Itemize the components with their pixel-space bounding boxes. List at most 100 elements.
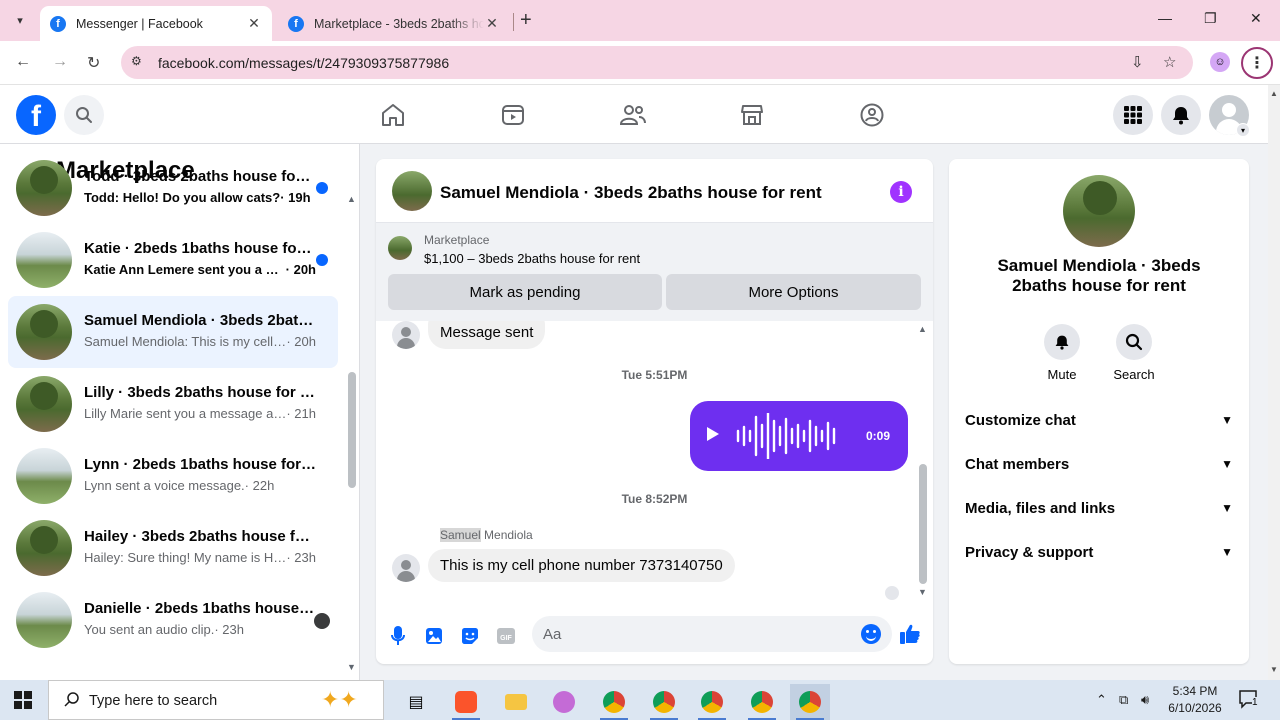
chat-avatar [16,160,72,216]
snipping-tool-icon[interactable] [544,684,584,720]
video-icon [502,105,524,125]
privacy-support-section[interactable]: Privacy & support ▼ [957,530,1241,574]
scroll-down-icon[interactable]: ▼ [1270,665,1278,674]
chat-item-lilly[interactable]: Lilly · 3beds 2baths house for rent Lill… [8,368,338,440]
fb-search-button[interactable] [64,95,104,135]
facebook-logo[interactable]: f [16,95,56,135]
message-bubble[interactable]: This is my cell phone number 7373140750 [428,549,735,582]
thumbs-up-icon[interactable] [899,623,921,645]
tab-messenger[interactable]: f Messenger | Facebook ✕ [40,6,272,41]
more-options-button[interactable]: More Options [666,274,921,310]
chrome-icon[interactable] [692,684,732,720]
close-tab-icon[interactable]: ✕ [484,15,500,32]
scroll-thumb[interactable] [919,464,927,584]
chat-item-todd[interactable]: Todd · 3beds 2baths house for rent Todd:… [8,152,338,224]
chat-avatar [16,376,72,432]
restore-icon[interactable]: ❐ [1204,10,1217,27]
extension-icon[interactable]: ☺ [1210,52,1230,72]
search-in-chat-button[interactable]: Search [1104,324,1164,382]
voice-message[interactable]: 0:09 [690,401,908,471]
site-settings-icon[interactable]: ⚙ [131,54,142,68]
chat-members-section[interactable]: Chat members ▼ [957,442,1241,486]
chrome-active-icon[interactable] [790,684,830,720]
thread-scrollbar[interactable]: ▲ ▼ [916,324,930,604]
bookmark-star-icon[interactable]: ☆ [1163,53,1176,71]
chat-item-samuel[interactable]: Samuel Mendiola · 3beds 2baths house for… [8,296,338,368]
system-clock[interactable]: 5:34 PM 6/10/2026 [1160,683,1230,717]
file-explorer-icon[interactable] [496,684,536,720]
close-window-icon[interactable]: ✕ [1250,10,1262,27]
tab-marketplace[interactable]: f Marketplace - 3beds 2baths hous ✕ [278,6,510,41]
groups-nav[interactable] [858,101,886,129]
photo-icon[interactable] [423,625,445,647]
mute-button[interactable]: Mute [1032,324,1092,382]
chevron-down-icon: ▼ [1221,413,1233,427]
listing-thumbnail[interactable] [388,236,412,260]
scroll-up-icon[interactable]: ▲ [918,324,927,334]
network-icon[interactable]: ⧉ [1119,692,1128,708]
search-icon [64,692,79,707]
volume-icon[interactable]: 🔊︎ [1141,692,1149,708]
contact-avatar[interactable] [1063,175,1135,247]
chevron-down-icon: ▼ [1221,545,1233,559]
message-input[interactable] [532,616,892,652]
brave-browser-icon[interactable] [446,684,486,720]
chrome-profile-u-icon[interactable] [594,684,634,720]
task-view-icon[interactable]: ▤ [396,684,436,720]
close-tab-icon[interactable]: ✕ [246,15,262,32]
tray-overflow-icon[interactable]: ⌃ [1096,692,1107,708]
sticker-icon[interactable] [459,625,481,647]
mark-pending-button[interactable]: Mark as pending [388,274,662,310]
notifications-button[interactable] [1161,95,1201,135]
chevron-down-icon[interactable]: ▾ [1236,123,1250,137]
customize-chat-section[interactable]: Customize chat ▼ [957,398,1241,442]
chat-name: Todd · 3beds 2baths house for rent [84,168,316,185]
scroll-thumb[interactable] [348,372,356,488]
reload-icon[interactable]: ↻ [87,53,100,73]
forward-icon[interactable]: → [52,53,68,71]
emoji-icon[interactable] [861,624,881,644]
friends-nav[interactable] [619,101,647,129]
sender-avatar [392,321,420,349]
conversation-panel: Samuel Mendiola · 3beds 2baths house for… [376,159,933,664]
taskbar-search[interactable]: Type here to search ✦✦ [48,680,384,720]
install-app-icon[interactable]: ⇩ [1131,53,1144,71]
tab-search-icon[interactable]: ▾ [8,8,32,32]
menu-button[interactable] [1113,95,1153,135]
bell-icon [1055,335,1069,350]
media-files-links-section[interactable]: Media, files and links ▼ [957,486,1241,530]
scroll-down-icon[interactable]: ▼ [918,587,927,597]
scroll-down-icon[interactable]: ▼ [347,662,356,672]
chat-item-lynn[interactable]: Lynn · 2beds 1baths house for rent Lynn … [8,440,338,512]
scroll-up-icon[interactable]: ▲ [347,194,356,204]
address-bar[interactable]: ⚙ facebook.com/messages/t/24793093758779… [121,46,1193,79]
notification-center-icon[interactable]: 1 [1238,689,1260,709]
scroll-up-icon[interactable]: ▲ [1270,89,1278,98]
chat-item-katie[interactable]: Katie · 2beds 1baths house for rent Kati… [8,224,338,296]
windows-start-icon[interactable] [14,691,32,709]
chrome-icon[interactable] [644,684,684,720]
chat-avatar [16,448,72,504]
home-nav[interactable] [379,101,407,129]
back-icon[interactable]: ← [15,53,31,71]
chrome-menu-icon[interactable]: ⋮ [1241,47,1273,79]
info-icon[interactable]: i [890,181,912,203]
conversation-avatar[interactable] [392,171,432,211]
marketplace-icon [741,105,763,125]
chat-item-danielle[interactable]: Danielle · 2beds 1baths house for rent Y… [8,584,338,656]
gif-icon[interactable]: GIF [495,625,517,647]
marketplace-nav[interactable] [738,101,766,129]
new-tab-icon[interactable]: + [520,10,532,30]
conversation-title[interactable]: Samuel Mendiola · 3beds 2baths house for… [440,183,822,203]
chrome-icon[interactable] [742,684,782,720]
play-icon[interactable] [707,427,719,441]
url-text[interactable]: facebook.com/messages/t/2479309375877986 [158,55,449,71]
chat-list-scrollbar[interactable]: ▲ ▼ [343,192,357,678]
chat-item-hailey[interactable]: Hailey · 3beds 2baths house for rent Hai… [8,512,338,584]
microphone-icon[interactable] [387,625,409,647]
message-bubble[interactable]: Message sent [428,321,546,349]
listing-price[interactable]: $1,100 – 3beds 2baths house for rent [424,251,640,266]
video-nav[interactable] [499,101,527,129]
minimize-icon[interactable]: — [1158,10,1172,26]
page-scrollbar[interactable]: ▲ ▼ [1268,85,1280,680]
